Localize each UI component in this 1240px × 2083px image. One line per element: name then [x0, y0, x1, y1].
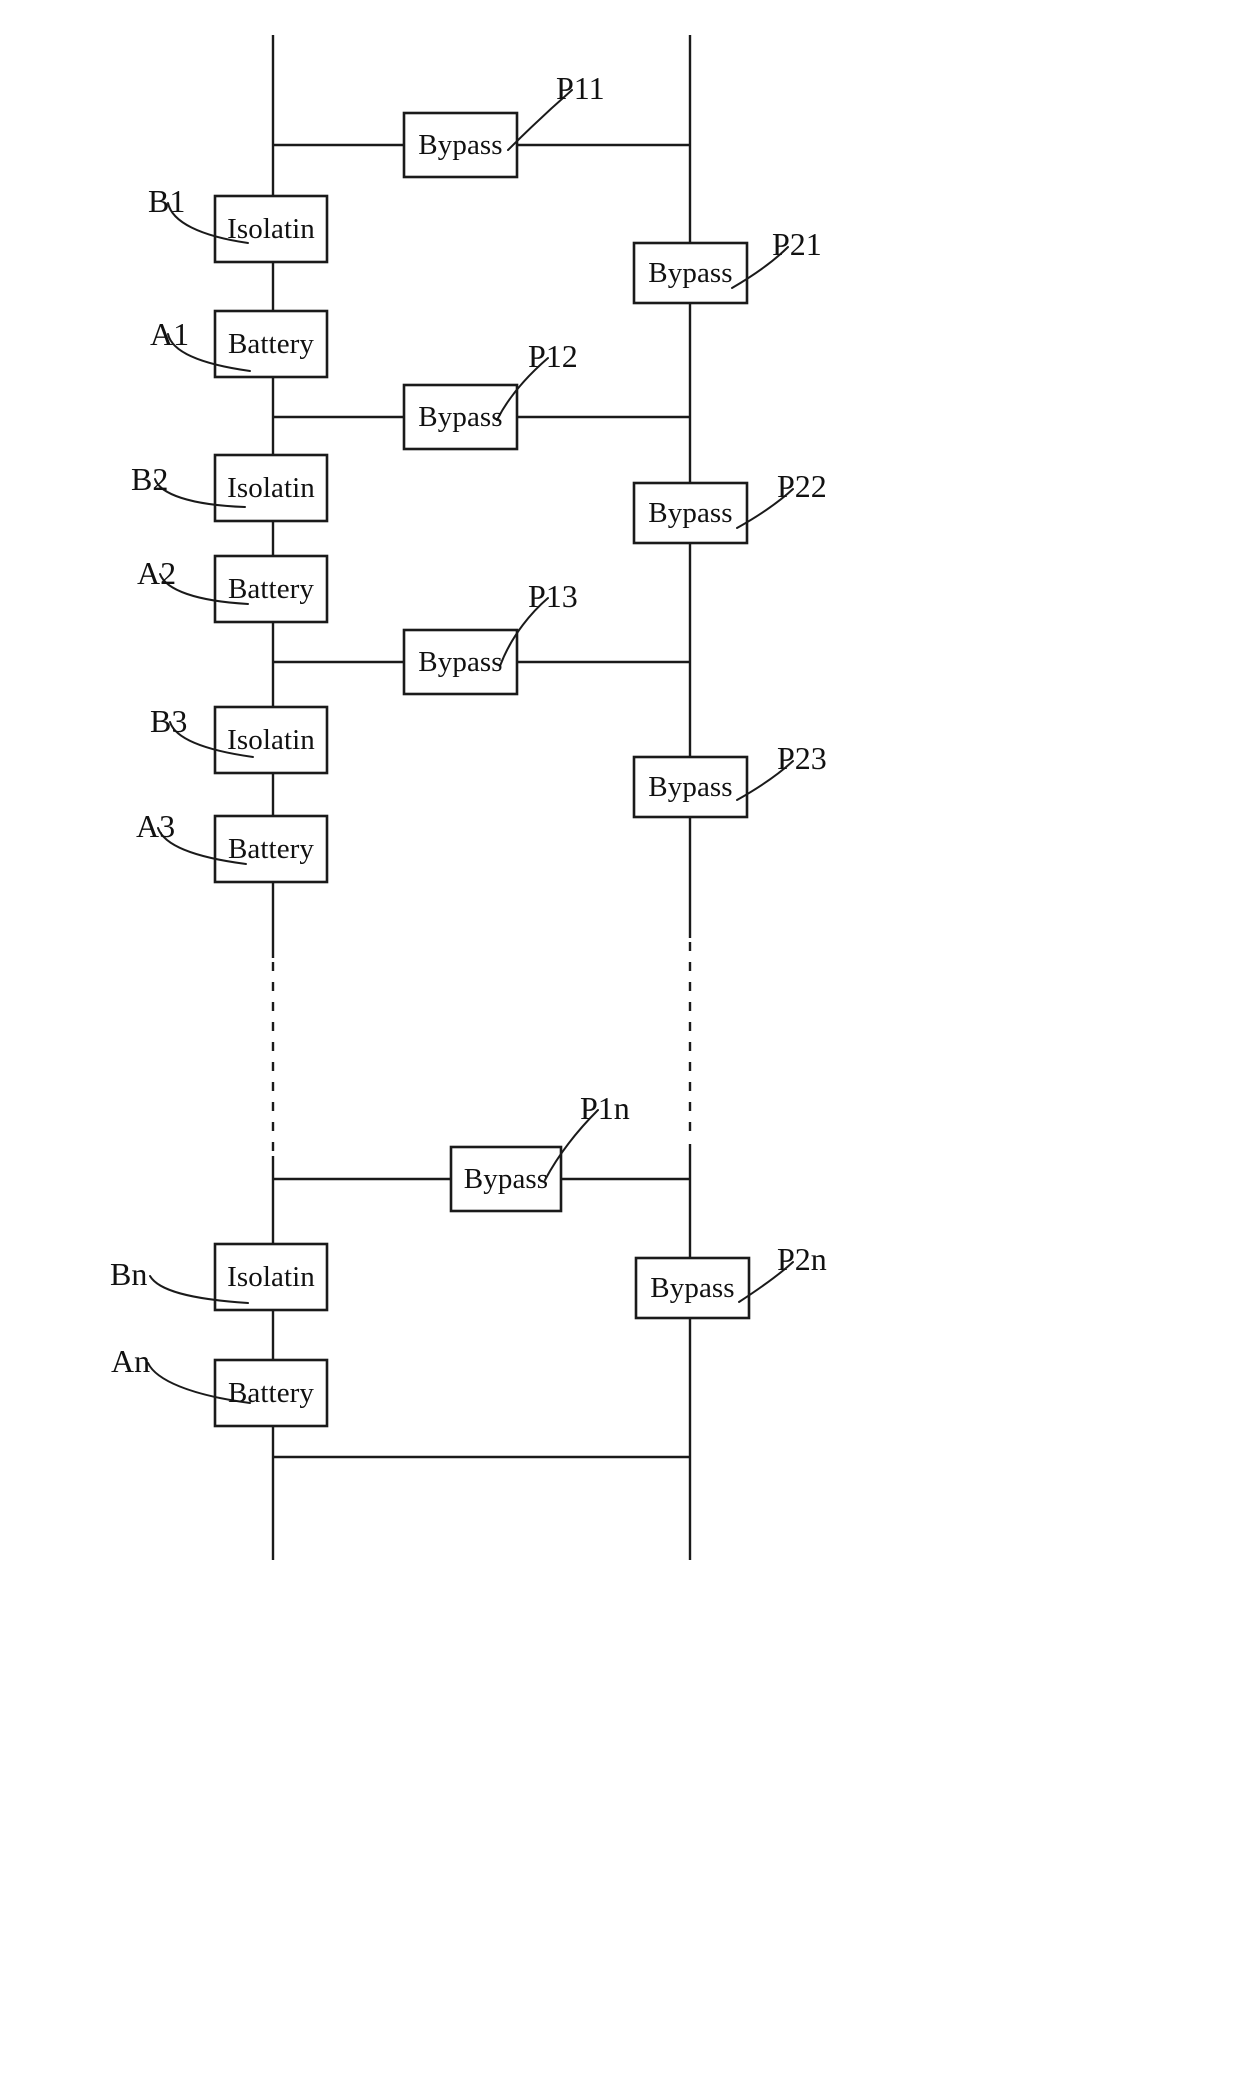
- ref-label-p2n: P2n: [777, 1241, 827, 1277]
- diagram-lines: [147, 35, 794, 1560]
- ref-label-p21: P21: [772, 226, 822, 262]
- box-bypass-p11: [402, 111, 519, 179]
- ref-label-bn: Bn: [110, 1256, 148, 1292]
- ref-label-b2: B2: [131, 461, 169, 497]
- ref-label-b1: B1: [148, 183, 186, 219]
- box-bypass-p21: [632, 241, 749, 305]
- ref-label-b3: B3: [150, 703, 188, 739]
- ref-label-an: An: [111, 1343, 151, 1379]
- diagram-canvas: Isolatin Battery Isolatin Battery Isolat…: [0, 0, 1240, 2083]
- box-isolatin-b2: [213, 453, 329, 523]
- ref-label-a1: A1: [150, 316, 190, 352]
- box-battery-an: [213, 1358, 329, 1428]
- box-battery-a2: [213, 554, 329, 624]
- box-isolatin-bn: [213, 1242, 329, 1312]
- ref-label-p22: P22: [777, 468, 827, 504]
- box-bypass-p12: [402, 383, 519, 451]
- ref-label-p12: P12: [528, 338, 578, 374]
- box-bypass-p23: [632, 755, 749, 819]
- ref-label-p13: P13: [528, 578, 578, 614]
- box-bypass-p13: [402, 628, 519, 696]
- ref-label-p1n: P1n: [580, 1090, 630, 1126]
- ref-label-p11: P11: [556, 70, 605, 106]
- ref-label-p23: P23: [777, 740, 827, 776]
- ref-label-a2: A2: [137, 555, 177, 591]
- ref-label-a3: A3: [136, 808, 176, 844]
- box-battery-a3: [213, 814, 329, 884]
- box-bypass-p22: [632, 481, 749, 545]
- box-isolatin-b1: [213, 194, 329, 264]
- box-bypass-p2n: [634, 1256, 751, 1320]
- box-isolatin-b3: [213, 705, 329, 775]
